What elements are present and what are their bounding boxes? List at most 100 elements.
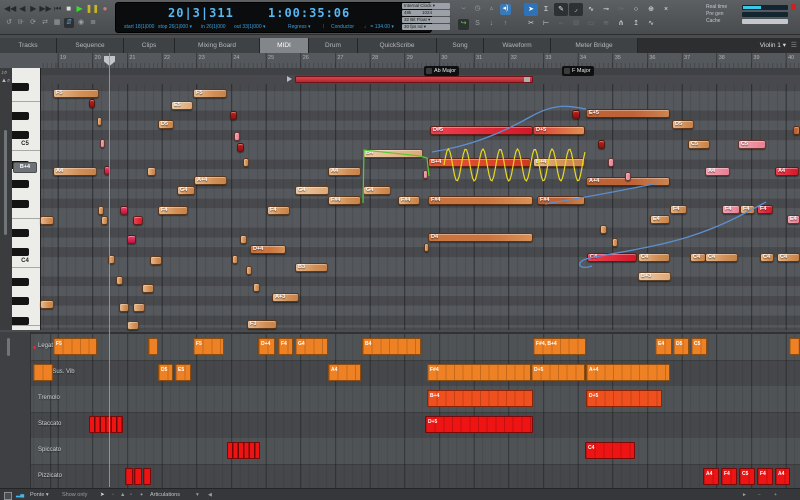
articulation-block[interactable]: F5 [193, 338, 224, 355]
piano-keyboard[interactable]: C5 C4 B+4 [12, 68, 41, 330]
midi-note[interactable]: G4 [363, 186, 391, 195]
articulation-block[interactable]: D+5 [425, 416, 533, 433]
midi-note[interactable] [423, 170, 428, 179]
midi-note[interactable]: F4 [670, 205, 687, 214]
midi-note[interactable] [612, 238, 618, 247]
zoom-tool[interactable]: ○ [629, 3, 643, 16]
split-tool[interactable]: ⋔ [614, 18, 628, 30]
midi-note[interactable] [150, 256, 162, 265]
midi-note[interactable]: C4 [690, 253, 706, 262]
articulation-block[interactable]: F4 [721, 468, 737, 485]
triangle-filter-icon[interactable]: ▲ [120, 489, 125, 500]
stop-button[interactable]: ■ [64, 3, 74, 14]
articulation-block[interactable]: F4 [278, 338, 293, 355]
rate-dropdown[interactable]: 48k [402, 10, 422, 16]
midi-note[interactable]: F#4 [398, 196, 420, 205]
pause-button[interactable]: ❚❚ [86, 3, 99, 14]
articulations-dropdown-icon[interactable]: ▾ [196, 489, 199, 500]
midi-note[interactable] [237, 143, 244, 152]
collapse-arrow-icon[interactable]: ◀ [208, 489, 212, 500]
slur-icon[interactable]: ⌣ [458, 4, 469, 15]
tab-sequence[interactable]: Sequence [57, 38, 124, 53]
articulation-block[interactable]: F#4 [427, 364, 531, 381]
midi-note[interactable] [232, 255, 238, 264]
midi-note[interactable]: F4 [158, 206, 188, 215]
counter-sub-item[interactable]: ♩ = 134.00 ▾ [364, 24, 394, 30]
articulation-block[interactable]: E5 [175, 364, 191, 381]
midi-note[interactable]: A4 [775, 167, 799, 176]
midi-note[interactable]: F4 [757, 205, 773, 214]
midi-note[interactable]: A+3 [272, 293, 299, 302]
cursor-filter-icon[interactable]: ➤ [100, 489, 105, 500]
midi-note[interactable]: C4 [587, 253, 637, 262]
articulation-lane-tremolo[interactable] [30, 386, 800, 413]
black-key[interactable] [12, 316, 29, 325]
smpte-counter[interactable]: 1:00:35:06 [268, 6, 350, 20]
articulation-lane-spiccato[interactable] [30, 438, 800, 465]
midi-note[interactable] [120, 206, 128, 215]
counter-sub-item[interactable]: Conductor [331, 24, 354, 30]
auto-scroll-button[interactable]: ⇵ [64, 18, 74, 28]
note-zoom-icon[interactable]: ♪⌕ [1, 70, 7, 77]
pointer-tool[interactable]: ➤ [524, 3, 538, 16]
midi-note[interactable] [240, 235, 247, 244]
mute-tool[interactable]: ⊟ [569, 18, 583, 30]
counter-sub-item[interactable]: start 18|1|000 [124, 24, 154, 30]
step-back-button[interactable]: ◀ [17, 3, 27, 14]
counter-sub-item[interactable]: in 26|1|000 [201, 24, 226, 30]
midi-note[interactable]: C5 [688, 140, 710, 149]
reshape-tool[interactable]: ◞ [569, 3, 583, 16]
bottom-zoom-control[interactable]: − [758, 489, 761, 500]
black-key[interactable] [12, 248, 29, 257]
midi-note[interactable] [608, 158, 614, 167]
midi-note[interactable] [119, 303, 129, 312]
midi-note[interactable]: C4 [777, 253, 800, 262]
tab-mixing-board[interactable]: Mixing Board [175, 38, 260, 53]
tab-meter-bridge[interactable]: Meter Bridge [551, 38, 638, 53]
marquee-tool[interactable]: ▭ [584, 18, 598, 30]
midi-note[interactable] [600, 225, 607, 234]
articulation-block[interactable]: C4 [585, 442, 635, 459]
articulation-block[interactable] [227, 442, 260, 459]
midi-note[interactable] [230, 111, 237, 120]
midi-note[interactable]: D5 [672, 120, 694, 129]
midi-note[interactable]: C4 [638, 253, 670, 262]
midi-note[interactable] [98, 206, 104, 215]
articulation-block[interactable]: F4 [757, 468, 773, 485]
midi-note[interactable] [243, 158, 249, 167]
midi-note[interactable]: B+3 [638, 272, 671, 281]
midi-note[interactable]: D5 [158, 120, 174, 129]
black-key[interactable] [12, 228, 29, 237]
midi-note[interactable]: E5 [171, 101, 193, 110]
midi-note[interactable]: E4 [650, 215, 670, 224]
midi-note[interactable]: D#5 [430, 126, 533, 135]
bar-beat-counter[interactable]: 20|3|311 [168, 6, 234, 20]
bit_depth-dropdown[interactable]: 32 Bit Float ▾ [402, 17, 450, 23]
track-selector[interactable]: Violin 1 ▾ [760, 38, 786, 53]
add-lane-button[interactable]: + [140, 489, 143, 500]
articulation-block[interactable]: A+4 [586, 364, 670, 381]
articulation-block[interactable]: A4 [775, 468, 790, 485]
midi-note[interactable] [572, 110, 580, 119]
dot-filter-icon[interactable]: ◦ [112, 489, 114, 500]
midi-note[interactable] [246, 266, 252, 275]
midi-note[interactable] [127, 321, 139, 330]
midi-note[interactable] [101, 216, 108, 225]
midi-note[interactable]: F5 [53, 89, 99, 98]
midi-note[interactable] [89, 99, 95, 108]
midi-note[interactable] [598, 140, 605, 149]
black-key[interactable] [12, 111, 29, 120]
midi-note[interactable]: E+5 [586, 109, 670, 118]
midi-note[interactable]: A4 [53, 167, 97, 176]
midi-note[interactable]: B3 [295, 263, 328, 272]
crosshair-tool[interactable]: ⊕ [644, 3, 658, 16]
midi-note[interactable]: G4 [295, 186, 329, 195]
bottom-zoom-control[interactable]: ► [742, 489, 747, 500]
counter-sub-item[interactable]: out 33|1|000 ▾ [234, 24, 266, 30]
ponte-dropdown[interactable]: Ponte ▾ [30, 489, 49, 500]
metronome-icon[interactable]: ▵ [486, 4, 497, 15]
bottom-checkbox[interactable] [4, 492, 12, 500]
midi-note[interactable] [133, 303, 145, 312]
midi-note[interactable]: F4 [740, 205, 755, 214]
play-button[interactable]: ▶ [75, 3, 85, 14]
